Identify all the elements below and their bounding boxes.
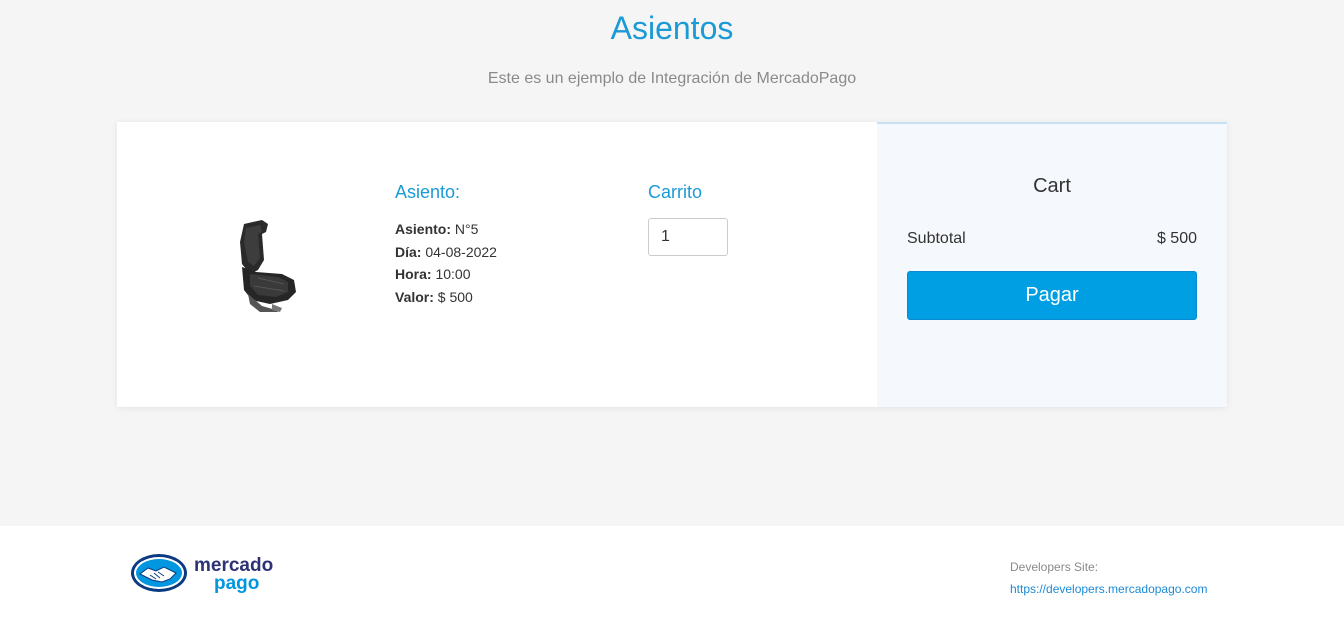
detail-value: N°5 bbox=[454, 221, 479, 237]
mercadopago-logo: mercado pago bbox=[131, 554, 273, 594]
developers-link[interactable]: https://developers.mercadopago.com bbox=[1010, 578, 1207, 600]
detail-label: Asiento: bbox=[395, 221, 451, 237]
cart-title: Cart bbox=[1033, 175, 1071, 197]
logo-text-bottom: pago bbox=[214, 573, 259, 594]
seat-details: Asiento: Asiento: N°5 Día: 04-08-2022 Ho… bbox=[395, 182, 497, 308]
detail-label: Hora: bbox=[395, 266, 432, 282]
cart-quantity-section: Carrito bbox=[648, 182, 728, 256]
subtotal-value: $ 500 bbox=[1156, 230, 1197, 247]
quantity-input[interactable] bbox=[648, 218, 728, 256]
detail-time: Hora: 10:00 bbox=[395, 263, 497, 286]
detail-label: Día: bbox=[395, 243, 422, 260]
cart-heading: Carrito bbox=[648, 182, 703, 202]
pay-button[interactable]: Pagar bbox=[907, 271, 1197, 320]
detail-seat: Asiento: N°5 bbox=[395, 218, 497, 241]
car-seat-image bbox=[240, 220, 296, 312]
subtotal-label: Subtotal bbox=[907, 230, 966, 247]
detail-value: 10:00 bbox=[435, 266, 471, 282]
detail-price: Valor: $ 500 bbox=[395, 286, 497, 309]
page-title: Asientos bbox=[610, 10, 734, 46]
detail-value: 04-08-2022 bbox=[425, 243, 497, 260]
cart-summary: Cart Subtotal $ 500 Pagar bbox=[877, 122, 1227, 407]
seat-heading: Asiento: bbox=[395, 182, 461, 202]
developers-info: Developers Site: https://developers.merc… bbox=[1010, 556, 1207, 600]
subtotal-row: Subtotal $ 500 bbox=[907, 230, 1197, 248]
detail-day: Día: 04-08-2022 bbox=[395, 241, 497, 264]
developers-label: Developers Site: bbox=[1010, 560, 1099, 574]
detail-value: $ 500 bbox=[437, 288, 473, 305]
product-card: Asiento: Asiento: N°5 Día: 04-08-2022 Ho… bbox=[117, 122, 1227, 407]
footer: mercado pago Developers Site: https://de… bbox=[0, 526, 1344, 628]
detail-label: Valor: bbox=[395, 288, 434, 305]
page-subtitle: Este es un ejemplo de Integración de Mer… bbox=[487, 70, 857, 87]
